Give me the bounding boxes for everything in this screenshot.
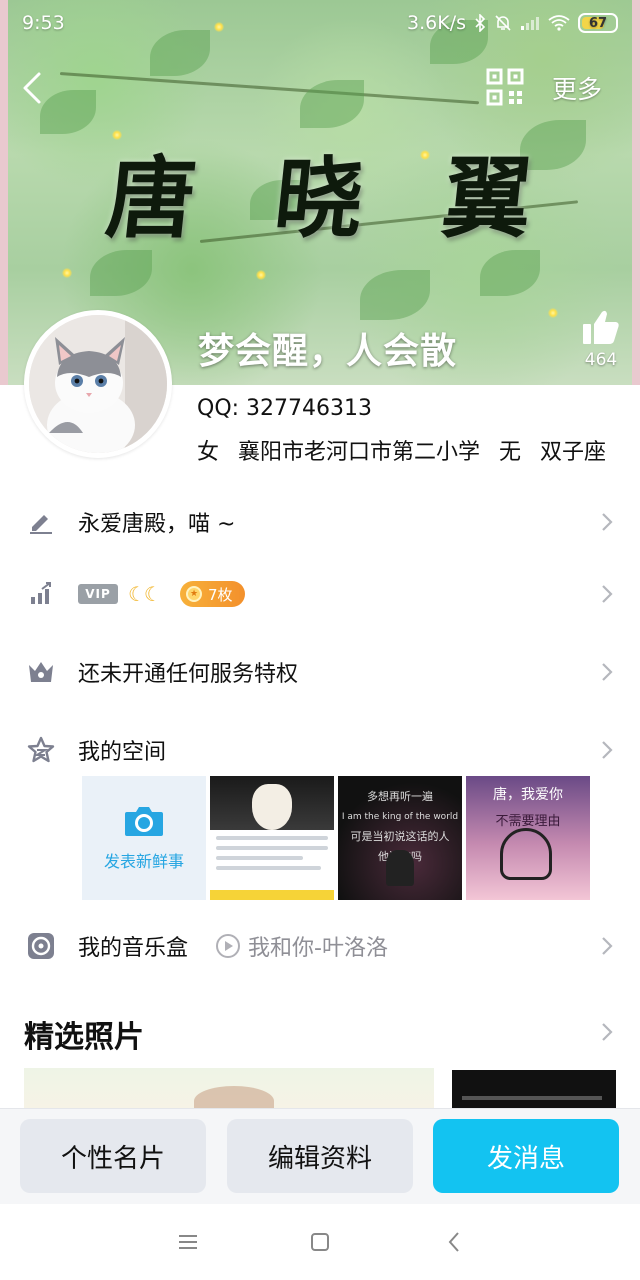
text-line [216, 836, 328, 840]
pencil-icon [26, 507, 56, 537]
status-icons: 3.6K/s 67 [407, 12, 618, 34]
occupation: 无 [499, 440, 522, 465]
profile-card-button[interactable]: 个性名片 [20, 1119, 206, 1193]
featured-photos-title: 精选照片 [24, 1020, 144, 1055]
chevron-right-icon [602, 741, 613, 759]
chevron-right-icon [602, 585, 613, 603]
camera-icon [125, 807, 163, 836]
mute-bell-icon [495, 15, 511, 31]
qr-code-icon[interactable] [486, 68, 524, 106]
text-line [216, 866, 322, 870]
edit-profile-button[interactable]: 编辑资料 [227, 1119, 413, 1193]
profile-nickname: 梦会醒，人会散 [198, 331, 458, 372]
back-arrow-icon [23, 72, 41, 104]
featured-photo[interactable] [24, 1068, 434, 1112]
service-row[interactable]: 还未开通任何服务特权 [0, 642, 640, 702]
vip-badge: VIP [78, 584, 118, 604]
wifi-icon [548, 15, 570, 31]
music-disc-icon [26, 931, 56, 961]
cover-leaf [90, 250, 152, 296]
post-new-label: 发表新鲜事 [103, 852, 184, 871]
cell-signal-icon [521, 17, 539, 30]
post-new-button[interactable]: 发表新鲜事 [82, 776, 206, 900]
avatar-kitten-image [29, 315, 167, 453]
gender: 女 [197, 440, 220, 465]
chevron-right-icon [602, 663, 613, 681]
back-button[interactable] [12, 66, 52, 110]
space-label: 我的空间 [78, 740, 167, 765]
service-text: 还未开通任何服务特权 [78, 662, 299, 687]
space-thumbnail[interactable]: 唐，我爱你 不需要理由 [466, 776, 590, 900]
cover-char: 翼 [437, 146, 537, 250]
featured-photo[interactable] [452, 1070, 616, 1112]
text-line [216, 856, 303, 860]
music-box-row[interactable]: 我的音乐盒 我和你-叶洛洛 [0, 916, 640, 976]
chevron-right-icon [602, 513, 613, 531]
avatar[interactable] [24, 310, 172, 458]
cover-char: 唐 [101, 146, 201, 250]
profile-details: 女 襄阳市老河口市第二小学 无 双子座 [197, 434, 618, 466]
medal-icon: ★ [186, 586, 202, 602]
top-bar: 更多 [0, 58, 640, 118]
zodiac: 双子座 [540, 440, 607, 465]
thumbnail-image [210, 776, 334, 830]
like-count: 464 [584, 350, 618, 370]
space-thumbnail[interactable]: 多想再听一遍 I am the king of the world 可是当初说这… [338, 776, 462, 900]
more-button[interactable]: 更多 [552, 70, 602, 106]
cover-leaf [360, 270, 430, 320]
thumbnail-footer [210, 890, 334, 900]
cover-sparkle [62, 268, 72, 278]
cover-char: 晓 [269, 146, 369, 250]
send-message-button[interactable]: 发消息 [433, 1119, 619, 1193]
status-time: 9:53 [22, 12, 65, 34]
battery-icon: 67 [578, 13, 618, 33]
star-icon [26, 735, 56, 765]
play-icon [216, 934, 240, 958]
battery-level: 67 [588, 15, 608, 31]
cover-sparkle [548, 308, 558, 318]
cover-calligraphy: 唐 晓 翼 [0, 128, 640, 255]
space-row[interactable]: 我的空间 [0, 720, 640, 780]
chevron-right-icon[interactable] [600, 1022, 614, 1042]
level-up-icon [26, 579, 56, 609]
moon-level-icons: ☾☾ [128, 582, 162, 606]
text-line [216, 846, 328, 850]
space-thumbnail[interactable] [210, 776, 334, 900]
back-nav-icon[interactable] [440, 1228, 468, 1256]
signature-text: 永爱唐殿，喵 ~ [78, 512, 236, 537]
now-playing-song: 我和你-叶洛洛 [248, 936, 388, 961]
action-bar: 个性名片 编辑资料 发消息 [0, 1108, 640, 1204]
featured-photos [24, 1068, 616, 1112]
thumb-text: 不需要理由 [495, 814, 561, 829]
heart-symbol [500, 828, 552, 880]
medal-badge[interactable]: ★ 7枚 [180, 581, 245, 607]
signature-row[interactable]: 永爱唐殿，喵 ~ [0, 492, 640, 552]
space-thumbnails: 发表新鲜事 多想再听一遍 I am the king of the world … [82, 776, 590, 900]
thumb-text: 可是当初说这话的人 [350, 830, 450, 843]
like-button[interactable]: 464 [578, 308, 624, 370]
qq-number: QQ: 327746313 [197, 396, 373, 421]
now-playing[interactable]: 我和你-叶洛洛 [216, 930, 388, 962]
school: 襄阳市老河口市第二小学 [238, 440, 481, 465]
crown-icon [26, 657, 56, 687]
thumbs-up-icon [583, 310, 619, 344]
mask-image [252, 784, 292, 830]
status-bar: 9:53 3.6K/s 67 [0, 0, 640, 46]
thumb-text: 多想再听一遍 [367, 790, 433, 803]
deer-silhouette [386, 850, 414, 886]
bluetooth-icon [475, 14, 486, 32]
thumb-text: I am the king of the world [341, 812, 459, 822]
menu-icon[interactable] [174, 1228, 202, 1256]
system-nav-bar [0, 1204, 640, 1280]
level-row[interactable]: VIP ☾☾ ★ 7枚 [0, 564, 640, 624]
network-speed: 3.6K/s [407, 12, 466, 34]
chevron-right-icon [602, 937, 613, 955]
thumb-text: 唐，我爱你 [493, 787, 563, 803]
home-icon[interactable] [306, 1228, 334, 1256]
music-box-label: 我的音乐盒 [78, 936, 189, 961]
medal-count: 7枚 [208, 585, 233, 604]
cover-leaf [480, 250, 540, 296]
cover-sparkle [256, 270, 266, 280]
